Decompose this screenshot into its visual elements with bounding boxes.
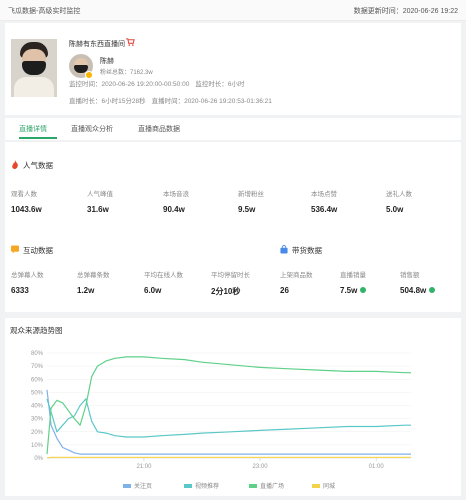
stat-value: 90.4w: [163, 205, 185, 214]
stat-label: 人气峰值: [87, 191, 113, 198]
update-time: 数据更新时间：2020-06-26 19:22: [353, 8, 458, 15]
audience-source-line-chart[interactable]: 0% 10% 20% 30% 40% 50% 60% 70% 80% 21:00 23:00 01:0…: [5, 318, 461, 478]
x-tick-label: 23:00: [253, 464, 269, 470]
legend-item[interactable]: 关注页: [123, 481, 152, 490]
stat-label: 观看人数: [11, 191, 37, 198]
tab-live-details[interactable]: 直播详情: [19, 124, 47, 134]
interaction-title: 互动数据: [23, 246, 53, 255]
active-tab-indicator: [19, 137, 57, 139]
stat-value: 5.0w: [386, 205, 404, 214]
page-title: 飞瓜数据-高级实时监控: [8, 8, 81, 15]
stat-label: 上架商品数: [280, 272, 313, 279]
stat-value: 504.8w: [400, 286, 436, 295]
legend-item[interactable]: 同城: [312, 481, 335, 490]
y-tick-label: 70%: [31, 364, 44, 370]
y-tick-label: 80%: [31, 351, 44, 357]
series-line-guanzhu[interactable]: [46, 389, 411, 455]
stat-value: 7.5w: [340, 286, 367, 295]
stat-value: 31.6w: [87, 205, 109, 214]
stat-label: 总弹幕条数: [77, 272, 110, 279]
stat-label: 总弹幕人数: [11, 272, 44, 279]
stat-label: 平均在线人数: [144, 272, 183, 279]
stat-value: 6.0w: [144, 286, 162, 295]
y-tick-label: 50%: [31, 390, 44, 396]
stat-value: 9.5w: [238, 205, 256, 214]
series-line-video-recommend[interactable]: [46, 398, 411, 438]
y-tick-label: 20%: [31, 430, 44, 436]
popularity-title: 人气数据: [23, 161, 53, 170]
goods-title: 带货数据: [292, 246, 322, 255]
stat-label: 本场音浪: [163, 191, 189, 198]
stat-label: 送礼人数: [386, 191, 412, 198]
x-tick-label: 01:00: [369, 464, 385, 470]
legend-swatch: [123, 484, 131, 489]
y-tick-label: 0%: [34, 456, 43, 462]
legend-swatch: [249, 484, 257, 489]
series-line-tongcheng[interactable]: [46, 456, 411, 459]
shopping-bag-icon: [280, 245, 288, 254]
legend-item[interactable]: 直播广场: [249, 481, 284, 490]
check-icon: [429, 286, 436, 293]
fans-count: 粉丝总数：7162.3w: [100, 70, 153, 76]
stat-value: 1.2w: [77, 286, 95, 295]
room-cover-image: [11, 39, 57, 97]
profile-card: 陈赫有东西直播间 陈赫 粉丝总数：7162.3w 监控时间：2020-06-26…: [5, 23, 461, 115]
y-tick-label: 40%: [31, 404, 44, 410]
legend-swatch: [312, 484, 320, 489]
fire-icon: [12, 160, 18, 169]
room-title[interactable]: 陈赫有东西直播间: [69, 39, 125, 49]
y-tick-label: 60%: [31, 377, 44, 383]
audience-source-chart-card: 观众来源趋势图 0% 10% 20% 30% 40% 50% 60% 70% 80% 21:00 2…: [5, 318, 461, 496]
stat-value: 2分10秒: [211, 287, 241, 296]
check-icon: [360, 286, 367, 293]
stat-value: 536.4w: [311, 205, 338, 214]
cart-icon[interactable]: [126, 38, 135, 46]
tab-goods-data[interactable]: 直播商品数据: [138, 124, 180, 134]
y-tick-label: 30%: [31, 417, 44, 423]
monitor-info: 监控时间：2020-06-26 19:20:00-00:50:00 监控时长：6小…: [69, 81, 245, 88]
stat-label: 销售额: [400, 272, 420, 279]
chat-icon: [11, 245, 19, 254]
tab-audience-analysis[interactable]: 直播观众分析: [71, 124, 113, 134]
live-info: 直播时长：6小时15分28秒 直播时间：2020-06-26 19:20:53-0…: [69, 98, 272, 105]
stat-value: 1043.6w: [11, 205, 42, 214]
legend-item[interactable]: 视频推荐: [184, 481, 219, 490]
legend-swatch: [184, 484, 192, 489]
stats-panel: 人气数据 观看人数 1043.6w 人气峰值 31.6w 本场音浪 90.4w …: [5, 142, 461, 312]
x-tick-label: 21:00: [136, 464, 152, 470]
stat-label: 平均停留时长: [211, 272, 250, 279]
top-bar: 飞瓜数据-高级实时监控 数据更新时间：2020-06-26 19:22: [0, 0, 466, 21]
stat-value: 6333: [11, 286, 29, 295]
stat-value: 26: [280, 286, 289, 295]
stat-label: 新增粉丝: [238, 191, 264, 198]
y-tick-label: 10%: [31, 443, 44, 449]
stat-label: 本场点赞: [311, 191, 337, 198]
tab-bar: 直播详情 直播观众分析 直播商品数据: [5, 118, 461, 140]
stat-label: 直播销量: [340, 272, 366, 279]
anchor-name[interactable]: 陈赫: [100, 56, 114, 66]
